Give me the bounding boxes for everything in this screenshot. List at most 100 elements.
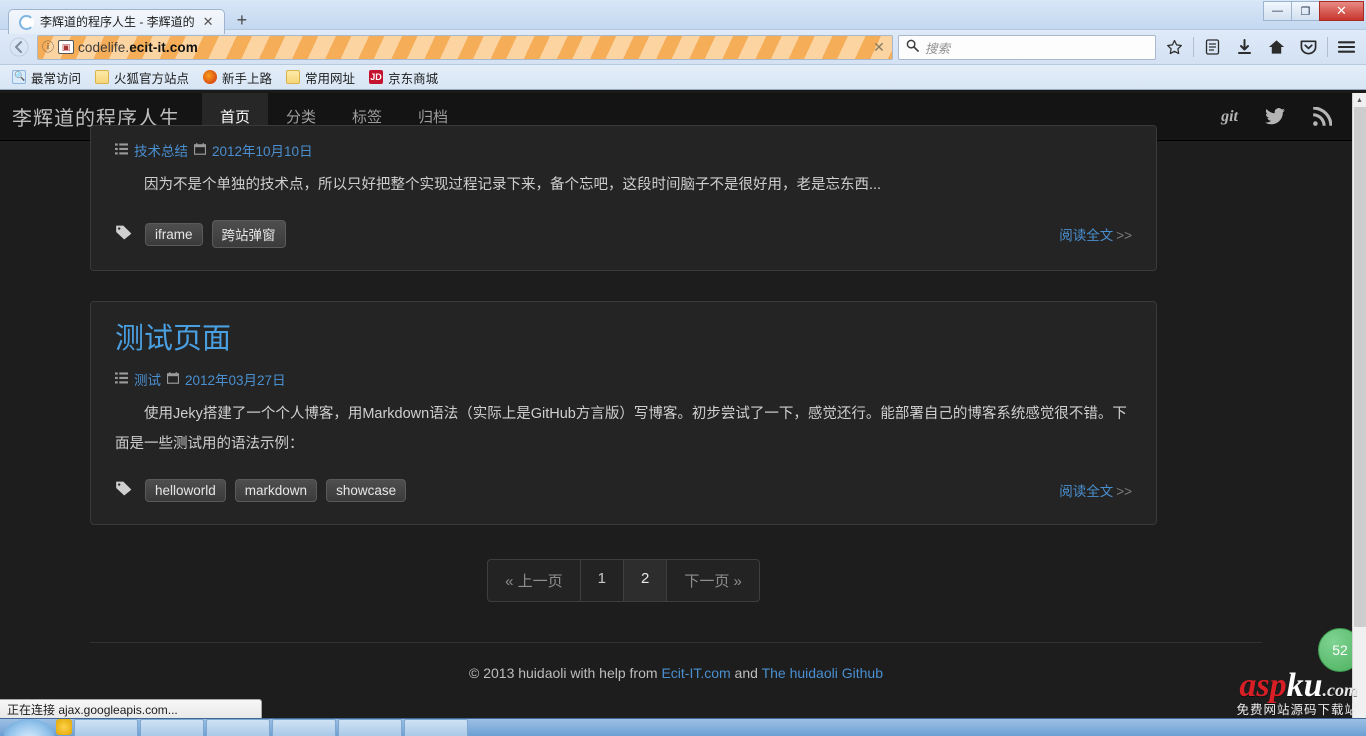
- download-icon[interactable]: [1231, 34, 1258, 61]
- pocket-icon[interactable]: [1295, 34, 1322, 61]
- category-list-icon: [115, 372, 128, 386]
- bookmark-label: 常用网址: [305, 68, 355, 87]
- start-button[interactable]: [4, 719, 54, 736]
- footer-joiner: and: [731, 665, 762, 681]
- post-footer: helloworld markdown showcase 阅读全文>>: [115, 479, 1132, 502]
- home-icon[interactable]: [1263, 34, 1290, 61]
- bookmark-item-common-sites[interactable]: 常用网址: [280, 66, 361, 89]
- bookmark-star-icon[interactable]: [1161, 34, 1188, 61]
- tag-icon: [115, 225, 132, 244]
- taskbar-window-2[interactable]: [140, 719, 204, 736]
- post-tag[interactable]: helloworld: [145, 479, 226, 502]
- post-tags: helloworld markdown showcase: [115, 479, 406, 502]
- post-date: 2012年10月10日: [212, 140, 313, 160]
- stop-loading-icon[interactable]: ✕: [868, 36, 890, 59]
- firefox-icon: [203, 70, 217, 84]
- tag-icon: [115, 481, 132, 500]
- post-excerpt: 使用Jeky搭建了一个个人博客，用Markdown语法（实际上是GitHub方言…: [115, 399, 1132, 459]
- tab-close-icon[interactable]: ✕: [201, 16, 216, 28]
- post-footer: iframe 跨站弹窗 阅读全文>>: [115, 220, 1132, 248]
- main-content: 技术总结 2012年10月10日 因为不是个单独的技术点，所以只好把整个实现过程…: [0, 125, 1352, 602]
- search-input[interactable]: 搜索: [898, 35, 1156, 60]
- post-card: 技术总结 2012年10月10日 因为不是个单独的技术点，所以只好把整个实现过程…: [90, 125, 1157, 271]
- post-tag[interactable]: showcase: [326, 479, 406, 502]
- footer-copyright: © 2013 huidaoli with help from: [469, 665, 661, 681]
- os-taskbar: [0, 718, 1366, 736]
- footer-link-github[interactable]: The huidaoli Github: [762, 665, 883, 681]
- bookmarks-bar: 最常访问 火狐官方站点 新手上路 常用网址 JD 京东商城: [0, 65, 1366, 90]
- tab-title: 李辉道的程序人生 - 李辉道的: [40, 12, 195, 32]
- taskbar-window-1[interactable]: [74, 719, 138, 736]
- calendar-icon: [167, 372, 179, 386]
- robot-favicon-icon: ▣: [58, 40, 74, 54]
- read-more-chevron-icon: >>: [1116, 228, 1132, 243]
- pagination-group: « 上一页 1 2 下一页 »: [487, 559, 760, 602]
- pagination-prev[interactable]: « 上一页: [488, 560, 581, 601]
- reader-view-icon[interactable]: [1199, 34, 1226, 61]
- taskbar-window-4[interactable]: [272, 719, 336, 736]
- rss-icon[interactable]: [1312, 107, 1332, 127]
- browser-window: 李辉道的程序人生 - 李辉道的 ✕ + — ❐ ✕ ⓘ ▣ codelife.e…: [0, 0, 1366, 736]
- browser-tab[interactable]: 李辉道的程序人生 - 李辉道的 ✕: [8, 9, 225, 34]
- pagination-next[interactable]: 下一页 »: [667, 560, 759, 601]
- toolbar-separator: [1193, 37, 1194, 57]
- post-tag[interactable]: iframe: [145, 223, 203, 246]
- page-viewport: 李辉道的程序人生 首页 分类 标签 归档 git: [0, 93, 1366, 736]
- taskbar-window-5[interactable]: [338, 719, 402, 736]
- post-category-link[interactable]: 测试: [134, 369, 161, 389]
- post-tag[interactable]: markdown: [235, 479, 317, 502]
- menu-icon[interactable]: [1333, 34, 1360, 61]
- url-text: codelife.ecit-it.com: [78, 40, 864, 55]
- close-window-button[interactable]: ✕: [1319, 1, 1364, 21]
- new-tab-button[interactable]: +: [237, 11, 248, 29]
- post-card: 测试页面 测试 2012年03月27日 使用Jeky搭建了一个个人博客，用Mar…: [90, 301, 1157, 525]
- tab-strip: 李辉道的程序人生 - 李辉道的 ✕ +: [0, 0, 1366, 30]
- tab-favicon-icon: [19, 15, 34, 30]
- identity-info-icon[interactable]: ⓘ: [42, 40, 54, 54]
- post-title[interactable]: 测试页面: [115, 322, 1132, 357]
- calendar-icon: [194, 143, 206, 157]
- post-tags: iframe 跨站弹窗: [115, 220, 286, 248]
- post-meta: 技术总结 2012年10月10日: [115, 140, 1132, 160]
- scrollbar-up-arrow-icon[interactable]: ▲: [1353, 93, 1366, 107]
- bookmark-item-jd[interactable]: JD 京东商城: [363, 66, 444, 89]
- bookmark-label: 京东商城: [388, 68, 438, 87]
- read-more-link[interactable]: 阅读全文>>: [1059, 224, 1132, 244]
- taskbar-icon-1[interactable]: [56, 719, 72, 735]
- bookmark-label: 火狐官方站点: [114, 68, 189, 87]
- web-page: 李辉道的程序人生 首页 分类 标签 归档 git: [0, 93, 1352, 736]
- post-excerpt: 因为不是个单独的技术点，所以只好把整个实现过程记录下来，备个忘吧，这段时间脑子不…: [115, 170, 1132, 200]
- back-icon[interactable]: [6, 34, 32, 60]
- search-placeholder: 搜索: [925, 38, 950, 57]
- bookmark-label: 最常访问: [31, 68, 81, 87]
- vertical-scrollbar[interactable]: ▲: [1352, 93, 1366, 736]
- jd-icon: JD: [369, 70, 383, 84]
- twitter-icon[interactable]: [1264, 108, 1286, 126]
- browser-titlebar: 李辉道的程序人生 - 李辉道的 ✕ + — ❐ ✕: [0, 0, 1366, 30]
- browser-navbar: ⓘ ▣ codelife.ecit-it.com ✕ 搜索: [0, 30, 1366, 65]
- most-visited-icon: [12, 70, 26, 84]
- taskbar-window-3[interactable]: [206, 719, 270, 736]
- maximize-button[interactable]: ❐: [1291, 1, 1320, 21]
- pagination: « 上一页 1 2 下一页 »: [90, 559, 1157, 602]
- bookmark-label: 新手上路: [222, 68, 272, 87]
- status-bar: 正在连接 ajax.googleapis.com...: [0, 699, 262, 718]
- bookmark-item-getting-started[interactable]: 新手上路: [197, 66, 278, 89]
- post-category-link[interactable]: 技术总结: [134, 140, 188, 160]
- folder-icon: [286, 70, 300, 84]
- git-icon[interactable]: git: [1221, 108, 1238, 126]
- scrollbar-thumb[interactable]: [1354, 107, 1366, 627]
- toolbar-separator-2: [1327, 37, 1328, 57]
- url-bar[interactable]: ⓘ ▣ codelife.ecit-it.com ✕: [37, 35, 893, 60]
- pagination-page-2[interactable]: 2: [623, 560, 667, 601]
- bookmark-item-firefox-site[interactable]: 火狐官方站点: [89, 66, 195, 89]
- site-footer: © 2013 huidaoli with help from Ecit-IT.c…: [0, 643, 1352, 681]
- post-tag[interactable]: 跨站弹窗: [212, 220, 286, 248]
- footer-link-ecit[interactable]: Ecit-IT.com: [661, 665, 730, 681]
- taskbar-window-6[interactable]: [404, 719, 468, 736]
- minimize-button[interactable]: —: [1263, 1, 1292, 21]
- read-more-chevron-icon: >>: [1116, 484, 1132, 499]
- pagination-page-1[interactable]: 1: [581, 560, 623, 601]
- bookmark-item-most-visited[interactable]: 最常访问: [6, 66, 87, 89]
- read-more-link[interactable]: 阅读全文>>: [1059, 480, 1132, 500]
